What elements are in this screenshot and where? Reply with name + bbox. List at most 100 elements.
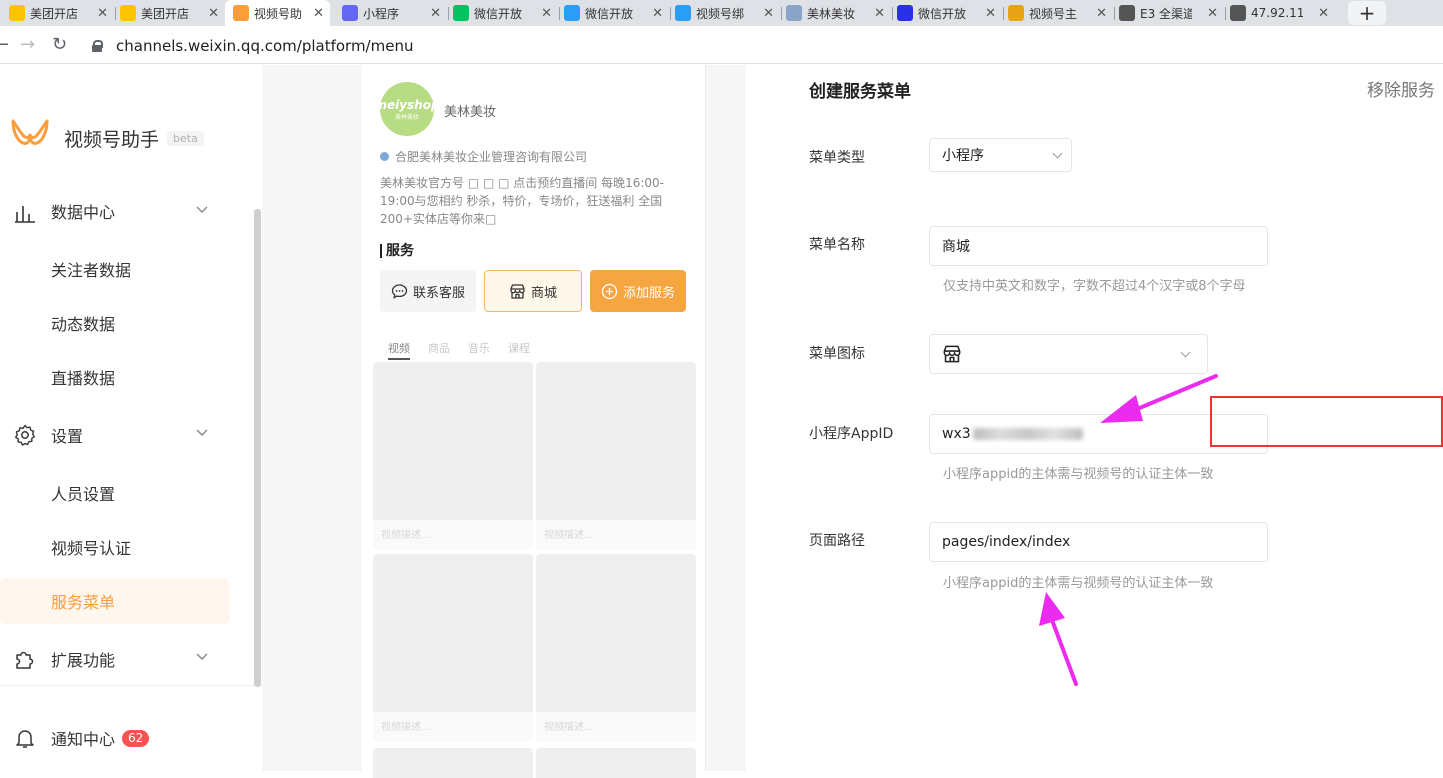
chevron-down-icon <box>1052 148 1063 159</box>
preview-tabs: 视频 商品 音乐 课程 <box>388 340 530 360</box>
remove-service-link[interactable]: 移除服务 <box>1367 76 1435 101</box>
browser-tab[interactable]: 视频号助 ✕ <box>225 0 330 26</box>
browser-tab-title: 小程序 <box>363 6 400 21</box>
profile-bio: 美林美妆官方号 □ □ □ 点击预约直播间 每晚16:00-19:00与您相约 … <box>380 176 664 226</box>
close-tab-icon[interactable]: ✕ <box>652 6 663 21</box>
services-heading: 服务 <box>380 244 414 258</box>
video-thumbnail[interactable]: 视频描述... <box>373 362 533 550</box>
tab-separator <box>1114 7 1115 20</box>
browser-tab[interactable]: 美林美妆 ✕ <box>786 0 891 26</box>
browser-tab[interactable]: 微信开放 ✕ <box>897 0 1002 26</box>
browser-tab-title: 微信开放 <box>474 6 523 21</box>
close-tab-icon[interactable]: ✕ <box>1207 6 1218 21</box>
browser-tab-title: 美林美妆 <box>807 6 856 21</box>
back-icon[interactable]: ← <box>0 35 9 55</box>
tab-videos[interactable]: 视频 <box>388 340 410 360</box>
sidebar-item-verification[interactable]: 视频号认证 <box>0 524 230 570</box>
mall-button[interactable]: 商城 <box>484 270 582 312</box>
close-tab-icon[interactable]: ✕ <box>985 6 996 21</box>
video-thumbnail[interactable] <box>536 748 696 778</box>
tab-separator <box>448 7 449 20</box>
browser-tab[interactable]: 47.92.11 ✕ <box>1230 0 1335 26</box>
video-thumbnail[interactable] <box>373 748 533 778</box>
reload-icon[interactable]: ↻ <box>52 35 67 55</box>
browser-tab[interactable]: 美团开店 ✕ <box>120 0 225 26</box>
plus-circle-icon <box>601 283 618 299</box>
browser-tab-title: E3 全渠道 <box>1140 6 1192 21</box>
sidebar-item-live[interactable]: 直播数据 <box>0 354 230 400</box>
tab-separator <box>559 7 560 20</box>
brand-name: 视频号助手 <box>64 129 160 151</box>
add-service-button[interactable]: 添加服务 <box>590 270 686 312</box>
close-tab-icon[interactable]: ✕ <box>208 6 219 21</box>
sidebar-scrollbar[interactable] <box>254 209 261 687</box>
menu-name-input[interactable]: 商城 <box>929 226 1268 266</box>
chart-icon <box>15 206 35 223</box>
menu-name-hint: 仅支持中英文和数字，字数不超过4个汉字或8个字母 <box>943 279 1246 294</box>
sidebar-item-followers[interactable]: 关注者数据 <box>0 246 230 292</box>
chevron-down-icon <box>196 653 208 660</box>
notification-count-badge: 62 <box>122 730 150 747</box>
video-thumbnail[interactable]: 视频描述... <box>536 554 696 742</box>
menu-type-select[interactable]: 小程序 <box>929 138 1072 172</box>
sidebar-item-data-center[interactable]: 数据中心 <box>0 190 230 234</box>
sidebar: 视频号助手 beta 数据中心 关注者数据 动态数据 直播数据 设置 人员设置 … <box>0 65 262 771</box>
address-bar[interactable]: channels.weixin.qq.com/platform/menu <box>92 37 413 55</box>
sidebar-item-settings[interactable]: 设置 <box>0 412 230 458</box>
browser-tab-title: 美团开店 <box>30 6 79 21</box>
beta-badge: beta <box>167 131 204 146</box>
close-tab-icon[interactable]: ✕ <box>874 6 885 21</box>
close-tab-icon[interactable]: ✕ <box>313 6 324 21</box>
new-tab-button[interactable]: + <box>1348 1 1386 25</box>
sidebar-item-service-menu[interactable]: 服务菜单 <box>0 578 230 624</box>
tab-separator <box>115 7 116 20</box>
sidebar-item-posts[interactable]: 动态数据 <box>0 300 230 346</box>
menu-type-label: 菜单类型 <box>809 150 865 166</box>
avatar: meiyshop 美林美妆 <box>374 82 440 136</box>
chevron-down-icon <box>1180 347 1191 358</box>
sidebar-item-notifications[interactable]: 通知中心 <box>0 715 230 761</box>
url-text: channels.weixin.qq.com/platform/menu <box>116 37 414 55</box>
tab-separator <box>1003 7 1004 20</box>
browser-tab[interactable]: 微信开放 ✕ <box>564 0 669 26</box>
video-thumbnail[interactable]: 视频描述... <box>536 362 696 550</box>
close-tab-icon[interactable]: ✕ <box>1096 6 1107 21</box>
sidebar-item-extensions[interactable]: 扩展功能 <box>0 636 230 682</box>
close-tab-icon[interactable]: ✕ <box>97 6 108 21</box>
close-tab-icon[interactable]: ✕ <box>541 6 552 21</box>
meituan-icon <box>120 5 136 21</box>
page-path-input[interactable]: pages/index/index <box>929 522 1268 562</box>
sidebar-item-members[interactable]: 人员设置 <box>0 470 230 516</box>
menu-icon-label: 菜单图标 <box>809 346 865 362</box>
browser-tab[interactable]: 视频号主 ✕ <box>1008 0 1113 26</box>
browser-tab[interactable]: E3 全渠道 ✕ <box>1119 0 1224 26</box>
tab-music[interactable]: 音乐 <box>468 340 490 360</box>
page-title: 创建服务菜单 <box>809 82 911 102</box>
redacted-text <box>972 428 1083 440</box>
customer-service-button[interactable]: 联系客服 <box>380 270 476 312</box>
page-path-label: 页面路径 <box>809 533 865 549</box>
profile-preview-panel: meiyshop 美林美妆 美林美妆 合肥美林美妆企业管理咨询有限公司 美林美妆… <box>362 65 706 778</box>
store-icon <box>510 283 525 299</box>
browser-tab[interactable]: 视频号绑 ✕ <box>675 0 780 26</box>
globe-icon <box>1119 5 1135 21</box>
close-tab-icon[interactable]: ✕ <box>430 6 441 21</box>
globe-icon <box>1230 5 1246 21</box>
annotation-red-box <box>1210 396 1443 447</box>
video-thumbnail[interactable]: 视频描述... <box>373 554 533 742</box>
tab-courses[interactable]: 课程 <box>508 340 530 360</box>
browser-tab[interactable]: 美团开店 ✕ <box>9 0 114 26</box>
close-tab-icon[interactable]: ✕ <box>1318 6 1329 21</box>
close-tab-icon[interactable]: ✕ <box>763 6 774 21</box>
meituan-icon <box>9 5 25 21</box>
doc-icon <box>786 5 802 21</box>
appid-label: 小程序AppID <box>809 426 894 442</box>
tab-products[interactable]: 商品 <box>428 340 450 360</box>
channels-logo-icon <box>11 119 49 145</box>
browser-tab-title: 视频号助 <box>254 6 303 21</box>
browser-tab[interactable]: 微信开放 ✕ <box>453 0 558 26</box>
browser-tab[interactable]: 小程序 ✕ <box>342 0 447 26</box>
menu-icon-select[interactable] <box>929 334 1208 374</box>
forward-icon[interactable]: → <box>20 35 35 55</box>
grid-icon <box>675 5 691 21</box>
